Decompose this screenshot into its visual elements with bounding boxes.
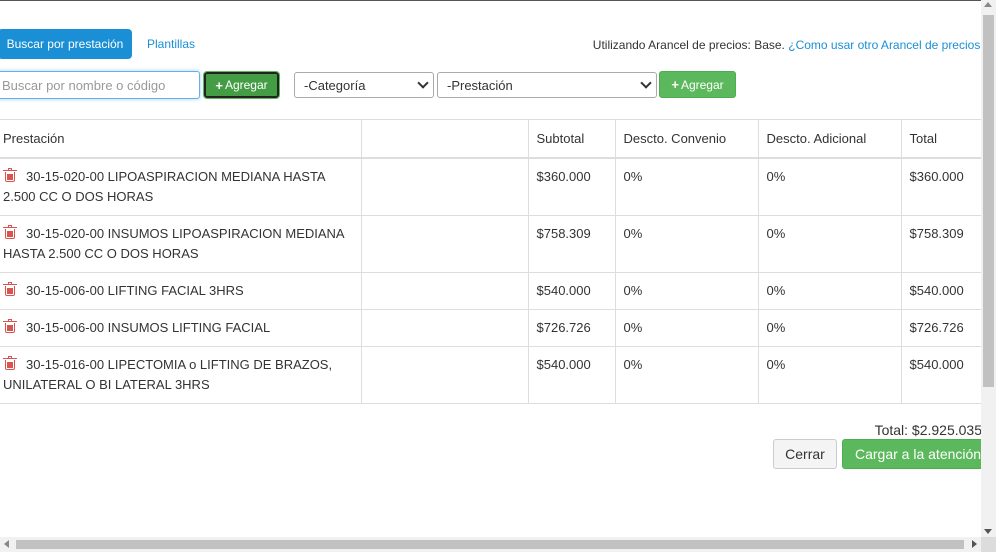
prestaciones-panel: Buscar por prestación Plantillas Utiliza…: [0, 0, 981, 537]
grand-total: Total: $2.925.035: [874, 422, 981, 438]
prestaciones-table: Prestación Subtotal Descto. Convenio Des…: [0, 119, 981, 404]
cell-subtotal: $758.309: [527, 215, 615, 273]
cell-prestacion: 30-15-016-00 LIPECTOMIA o LIFTING DE BRA…: [0, 346, 361, 404]
cell-adicional: 0%: [757, 309, 901, 347]
header-total: Total: [900, 119, 981, 159]
table-row: 30-15-006-00 INSUMOS LIFTING FACIAL $726…: [0, 309, 981, 347]
cell-blank: [360, 157, 528, 216]
cell-blank: [360, 309, 528, 347]
chevron-down-icon: [640, 77, 652, 89]
trash-icon[interactable]: [3, 355, 17, 370]
prestacion-name: 30-15-006-00 LIFTING FACIAL 3HRS: [26, 282, 244, 298]
search-input[interactable]: [0, 71, 200, 99]
table-row: 30-15-016-00 LIPECTOMIA o LIFTING DE BRA…: [0, 346, 981, 404]
plus-icon: +: [215, 77, 223, 93]
prestacion-name: 30-15-006-00 INSUMOS LIFTING FACIAL: [26, 319, 271, 335]
cell-convenio: 0%: [614, 309, 758, 347]
cell-adicional: 0%: [757, 272, 901, 310]
load-to-attention-button[interactable]: Cargar a la atención: [842, 439, 981, 469]
cell-adicional: 0%: [757, 346, 901, 404]
cell-total: $540.000: [900, 272, 981, 310]
tab-plantillas[interactable]: Plantillas: [147, 37, 195, 51]
header-blank: [360, 119, 528, 159]
table-row: 30-15-020-00 LIPOASPIRACION MEDIANA HAST…: [0, 157, 981, 216]
cell-prestacion: 30-15-020-00 INSUMOS LIPOASPIRACION MEDI…: [0, 215, 361, 273]
category-select-value: -Categoría: [304, 77, 366, 93]
scroll-left-arrow-icon[interactable]: [4, 540, 9, 548]
close-button[interactable]: Cerrar: [773, 439, 837, 469]
trash-icon[interactable]: [3, 281, 17, 296]
cell-prestacion: 30-15-006-00 INSUMOS LIFTING FACIAL: [0, 309, 361, 347]
cell-convenio: 0%: [614, 215, 758, 273]
trash-icon[interactable]: [3, 318, 17, 333]
horizontal-scrollbar[interactable]: [0, 537, 981, 552]
cell-convenio: 0%: [614, 346, 758, 404]
cell-subtotal: $540.000: [527, 272, 615, 310]
cell-blank: [360, 346, 528, 404]
cell-subtotal: $726.726: [527, 309, 615, 347]
vertical-scroll-thumb[interactable]: [983, 15, 994, 387]
cell-blank: [360, 272, 528, 310]
cell-prestacion: 30-15-020-00 LIPOASPIRACION MEDIANA HAST…: [0, 157, 361, 216]
cell-total: $758.309: [900, 215, 981, 273]
table-row: 30-15-020-00 INSUMOS LIPOASPIRACION MEDI…: [0, 215, 981, 273]
add-prestacion-label: Agregar: [680, 77, 724, 92]
cell-subtotal: $360.000: [527, 157, 615, 216]
header-subtotal: Subtotal: [527, 119, 615, 159]
table-header-row: Prestación Subtotal Descto. Convenio Des…: [0, 119, 981, 159]
cell-convenio: 0%: [614, 157, 758, 216]
add-search-button[interactable]: + Agregar: [203, 71, 280, 99]
cell-total: $540.000: [900, 346, 981, 404]
trash-icon[interactable]: [3, 224, 17, 239]
cell-adicional: 0%: [757, 157, 901, 216]
prestacion-name: 30-15-020-00 LIPOASPIRACION MEDIANA HAST…: [3, 168, 325, 204]
trash-icon[interactable]: [3, 167, 17, 182]
cell-total: $726.726: [900, 309, 981, 347]
cell-prestacion: 30-15-006-00 LIFTING FACIAL 3HRS: [0, 272, 361, 310]
plus-icon: +: [671, 77, 679, 92]
horizontal-scroll-thumb[interactable]: [16, 540, 964, 549]
prestacion-name: 30-15-020-00 INSUMOS LIPOASPIRACION MEDI…: [3, 225, 344, 261]
arancel-text: Utilizando Arancel de precios: Base.: [592, 38, 785, 52]
scrollbar-corner: [981, 537, 996, 552]
scroll-right-arrow-icon[interactable]: [972, 540, 977, 548]
prestacion-select[interactable]: -Prestación: [437, 72, 657, 98]
prestacion-select-value: -Prestación: [447, 77, 513, 93]
cell-total: $360.000: [900, 157, 981, 216]
cell-convenio: 0%: [614, 272, 758, 310]
header-prestacion: Prestación: [0, 119, 361, 159]
tab-buscar-prestacion[interactable]: Buscar por prestación: [0, 29, 132, 59]
add-search-label: Agregar: [224, 78, 268, 92]
add-prestacion-button[interactable]: + Agregar: [659, 71, 736, 98]
header-descto-adicional: Descto. Adicional: [757, 119, 901, 159]
header-descto-convenio: Descto. Convenio: [614, 119, 758, 159]
scroll-up-arrow-icon[interactable]: [984, 2, 992, 7]
prestacion-name: 30-15-016-00 LIPECTOMIA o LIFTING DE BRA…: [3, 356, 333, 392]
arancel-info: Utilizando Arancel de precios: Base. ¿Co…: [593, 38, 981, 52]
table-row: 30-15-006-00 LIFTING FACIAL 3HRS $540.00…: [0, 272, 981, 310]
cell-adicional: 0%: [757, 215, 901, 273]
category-select[interactable]: -Categoría: [294, 72, 434, 98]
arancel-help-link[interactable]: ¿Como usar otro Arancel de precios?: [788, 38, 981, 52]
cell-subtotal: $540.000: [527, 346, 615, 404]
cell-blank: [360, 215, 528, 273]
vertical-scrollbar[interactable]: [981, 0, 996, 537]
chevron-down-icon: [417, 77, 429, 89]
scroll-down-arrow-icon[interactable]: [984, 529, 992, 534]
